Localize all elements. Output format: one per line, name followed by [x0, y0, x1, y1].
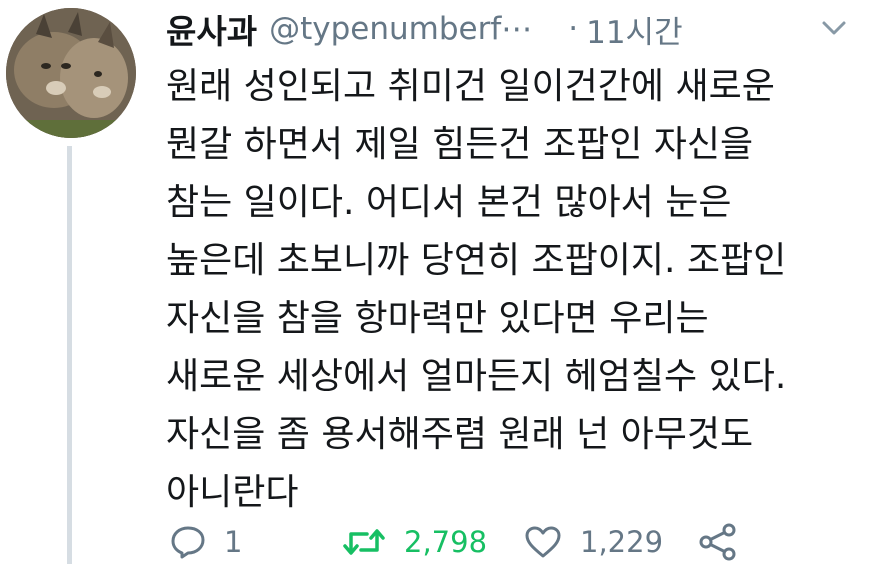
chevron-down-icon[interactable]	[820, 18, 848, 38]
avatar[interactable]	[6, 8, 136, 138]
action-bar: 1 2,798 1,229	[170, 520, 870, 564]
tweet-text: 원래 성인되고 취미건 일이건간에 새로운 뭔갈 하면서 제일 힘든건 조팝인 …	[166, 58, 866, 522]
like-button[interactable]: 1,229	[524, 520, 663, 564]
tweet-line: 높은데 초보니까 당연히 조팝이지. 조팝인	[166, 240, 787, 281]
tweet-line: 아니란다	[166, 472, 299, 513]
like-count: 1,229	[580, 525, 664, 559]
display-name[interactable]: 윤사과	[166, 5, 257, 53]
reply-icon	[171, 526, 205, 559]
separator-dot: ·	[568, 11, 579, 47]
tweet-line: 자신을 참을 항마력만 있다면 우리는	[166, 298, 709, 339]
reply-button[interactable]: 1	[170, 520, 242, 564]
tweet-line: 새로운 세상에서 얼마든지 헤엄칠수 있다.	[166, 356, 787, 397]
heart-icon	[525, 526, 561, 558]
tweet: 윤사과 @typenumberf⋯ · 11시간 원래 성인되고 취미건 일이건…	[0, 0, 879, 564]
share-button[interactable]	[698, 520, 738, 564]
tweet-line: 뭔갈 하면서 제일 힘든건 조팝인 자신을	[166, 124, 754, 165]
tweet-line: 참는 일이다. 어디서 본건 많아서 눈은	[166, 182, 732, 223]
tweet-line: 자신을 좀 용서해주렴 원래 넌 아무것도	[166, 414, 754, 455]
reply-count: 1	[224, 525, 243, 559]
retweet-count: 2,798	[404, 525, 488, 559]
user-handle[interactable]: @typenumberf⋯	[269, 11, 532, 47]
timestamp[interactable]: 11시간	[586, 7, 683, 52]
share-icon	[699, 523, 736, 561]
tweet-line: 원래 성인되고 취미건 일이건간에 새로운	[166, 66, 775, 107]
retweet-button[interactable]: 2,798	[342, 520, 487, 564]
lynx-avatar-image	[6, 8, 136, 138]
retweet-icon	[343, 529, 385, 555]
tweet-header: 윤사과 @typenumberf⋯ · 11시간	[166, 6, 866, 52]
thread-line	[67, 146, 72, 564]
